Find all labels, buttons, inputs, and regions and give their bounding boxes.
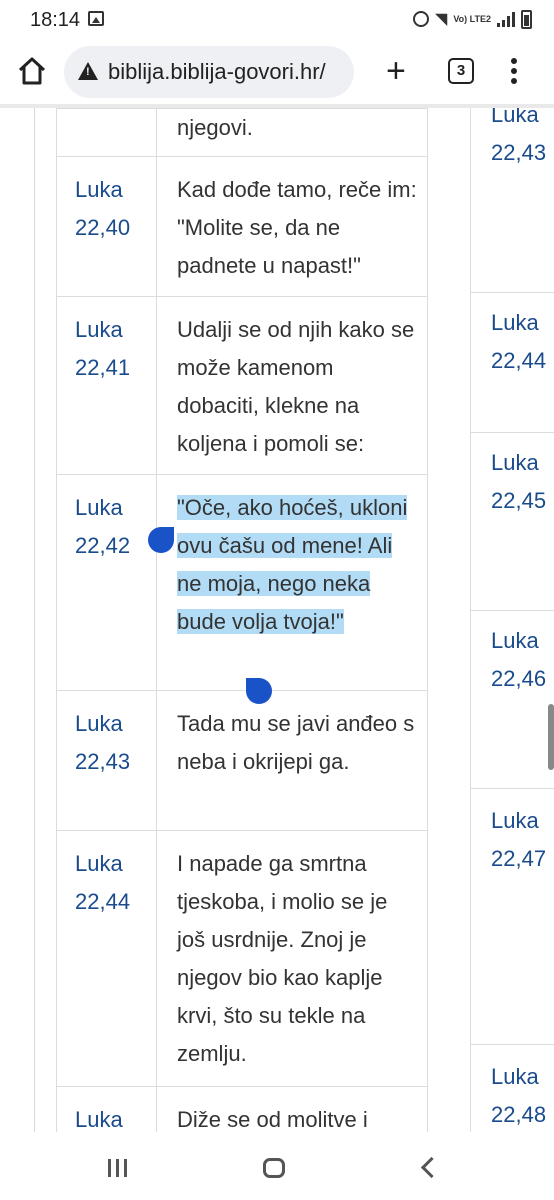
verse-text: I napade ga smrtna tjeskoba, i molio se … bbox=[156, 830, 428, 1087]
browser-toolbar: biblija.biblija-govori.hr/ + 3 bbox=[0, 40, 554, 104]
verse-ref-link[interactable]: Luka 22,40 bbox=[56, 156, 157, 297]
status-icons: ◥ Vo) LTE2 bbox=[413, 9, 532, 29]
new-tab-button[interactable]: + bbox=[386, 54, 406, 88]
adjacent-column: Luka 22,43 Luka 22,44 Luka 22,45 Luka 22,46 … bbox=[470, 108, 554, 1132]
verse-ref-link[interactable]: Luka 22,46 bbox=[491, 622, 546, 698]
verse-ref-link[interactable]: Luka 22,45 bbox=[491, 444, 546, 520]
verse-ref-link[interactable]: Luka bbox=[56, 1086, 157, 1132]
table-row bbox=[471, 1044, 554, 1045]
system-nav-bar bbox=[0, 1132, 554, 1200]
page-content: njegovi. Luka 22,40 Kad dođe tamo, reče i… bbox=[0, 108, 554, 1132]
menu-button[interactable] bbox=[510, 58, 518, 86]
verse-text: Kad dođe tamo, reče im: "Molite se, da n… bbox=[156, 156, 428, 297]
verse-ref-link[interactable]: Luka 22,47 bbox=[491, 802, 546, 878]
selection-end-handle[interactable] bbox=[246, 678, 272, 704]
signal-icon bbox=[497, 11, 515, 27]
verse-ref-link[interactable]: Luka 22,44 bbox=[56, 830, 157, 1087]
verse-ref-link[interactable]: Luka 22,42 bbox=[56, 474, 157, 691]
verse-text-selected[interactable]: "Oče, ako hoćeš, ukloni ovu čašu od mene… bbox=[156, 474, 428, 691]
wifi-icon: ◥ bbox=[435, 11, 448, 28]
table-row: Luka 22,44 I napade ga smrtna tjeskoba, i… bbox=[56, 830, 428, 1087]
battery-icon bbox=[521, 9, 532, 29]
status-bar: 18:14 ◥ Vo) LTE2 bbox=[0, 0, 554, 40]
url-text[interactable]: biblija.biblija-govori.hr/ bbox=[108, 59, 348, 85]
not-secure-warning-icon[interactable] bbox=[78, 62, 98, 80]
recent-apps-button[interactable] bbox=[108, 1159, 127, 1177]
text-selection[interactable]: "Oče, ako hoćeš, ukloni ovu čašu od mene… bbox=[177, 495, 408, 634]
verse-ref-link[interactable]: Luka 22,44 bbox=[491, 304, 546, 380]
verse-text: Diže se od molitve i bbox=[156, 1086, 428, 1132]
tab-switcher-button[interactable]: 3 bbox=[448, 58, 474, 84]
table-row bbox=[471, 610, 554, 611]
table-row bbox=[471, 788, 554, 789]
verse-text: Udalji se od njih kako se može kamenom d… bbox=[156, 296, 428, 475]
status-time: 18:14 bbox=[30, 9, 81, 31]
verse-ref-link[interactable]: Luka 22,41 bbox=[56, 296, 157, 475]
verse-ref-link[interactable]: Luka 22,43 bbox=[491, 108, 546, 172]
table-row: njegovi. bbox=[56, 108, 428, 157]
table-row: Luka 22,42 "Oče, ako hoćeš, ukloni ovu ča… bbox=[56, 474, 428, 691]
verse-table: njegovi. Luka 22,40 Kad dođe tamo, reče i… bbox=[56, 108, 428, 1132]
alarm-icon bbox=[413, 11, 430, 27]
selection-start-handle[interactable] bbox=[148, 527, 174, 553]
table-row bbox=[471, 432, 554, 433]
table-row bbox=[471, 292, 554, 293]
table-row: Luka 22,41 Udalji se od njih kako se može… bbox=[56, 296, 428, 475]
table-row: Luka 22,40 Kad dođe tamo, reče im: "Molit… bbox=[56, 156, 428, 297]
column-border bbox=[34, 108, 35, 1132]
url-bar[interactable]: biblija.biblija-govori.hr/ bbox=[64, 46, 354, 98]
scrollbar[interactable] bbox=[548, 704, 554, 770]
verse-ref-link[interactable]: Luka 22,48 bbox=[491, 1058, 546, 1132]
verse-text: Tada mu se javi anđeo s neba i okrijepi … bbox=[156, 690, 428, 831]
table-row: Luka 22,43 Tada mu se javi anđeo s neba i… bbox=[56, 690, 428, 831]
back-button[interactable] bbox=[420, 1156, 443, 1179]
verse-text: njegovi. bbox=[156, 108, 428, 157]
table-row: Luka Diže se od molitve i bbox=[56, 1086, 428, 1132]
verse-ref-link[interactable]: Luka 22,43 bbox=[56, 690, 157, 831]
home-button[interactable] bbox=[16, 55, 48, 87]
verse-ref-link[interactable] bbox=[56, 108, 157, 157]
home-nav-button[interactable] bbox=[263, 1158, 285, 1178]
image-notification-icon bbox=[88, 11, 104, 26]
network-label: Vo) LTE2 bbox=[453, 13, 491, 24]
